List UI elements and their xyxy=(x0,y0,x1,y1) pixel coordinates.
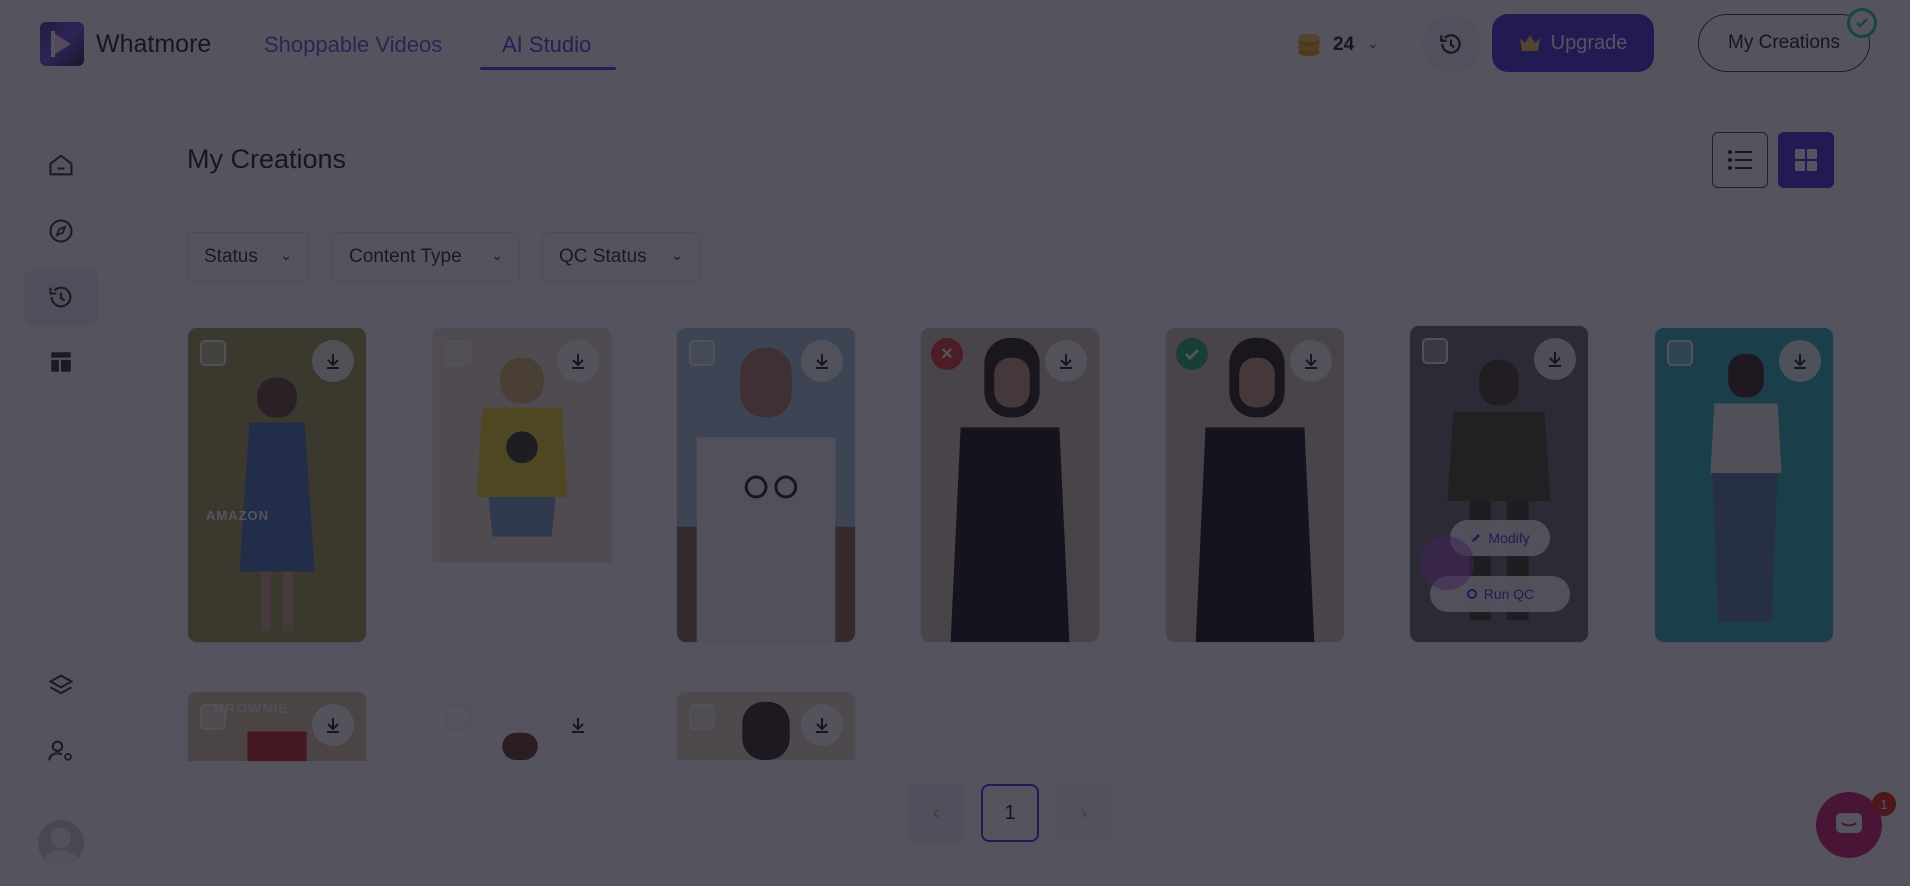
sidebar-item-layers[interactable] xyxy=(24,657,98,713)
download-icon xyxy=(1305,354,1317,369)
grid-icon xyxy=(1795,149,1817,171)
card-checkbox[interactable] xyxy=(200,704,226,730)
coins-dropdown[interactable]: 24 ⌄ xyxy=(1282,16,1390,72)
gear-icon xyxy=(1466,589,1477,599)
content-type-filter-label: Content Type xyxy=(349,246,462,267)
nav-ai-studio[interactable]: AI Studio xyxy=(502,32,591,58)
sidebar-item-account-settings[interactable] xyxy=(24,723,98,779)
sidebar-item-explore[interactable] xyxy=(24,203,98,259)
download-button[interactable] xyxy=(312,340,354,382)
layers-icon xyxy=(48,674,74,695)
creation-card[interactable]: BROWNIE xyxy=(187,691,367,761)
chat-unread-badge: 1 xyxy=(1872,792,1896,816)
download-button[interactable] xyxy=(557,704,599,746)
qc-approved-icon xyxy=(1176,338,1208,370)
edit-icon xyxy=(1472,534,1481,542)
user-settings-icon xyxy=(48,740,72,761)
chevron-down-icon: ⌄ xyxy=(280,247,292,263)
download-icon xyxy=(1060,354,1072,369)
creation-card[interactable] xyxy=(676,691,856,761)
my-creations-button[interactable]: My Creations xyxy=(1698,14,1870,72)
image-overlay-text: AMAZON xyxy=(206,508,270,523)
creation-card[interactable] xyxy=(432,327,612,643)
page-title: My Creations xyxy=(187,144,347,174)
sidebar-item-templates[interactable] xyxy=(24,334,98,390)
sidebar-item-home[interactable] xyxy=(24,137,98,193)
card-checkbox[interactable] xyxy=(689,704,715,730)
qc-rejected-icon: × xyxy=(931,338,963,370)
download-button[interactable] xyxy=(312,704,354,746)
coins-icon xyxy=(1298,34,1320,56)
chevron-down-icon: ⌄ xyxy=(671,247,683,263)
history-icon xyxy=(1440,34,1461,54)
card-checkbox[interactable] xyxy=(445,704,471,730)
qc-status-filter-label: QC Status xyxy=(559,246,647,267)
sidebar xyxy=(0,89,120,886)
creation-card-hovered[interactable]: Modify Run QC xyxy=(1409,325,1589,643)
pagination-next-button[interactable]: › xyxy=(1055,784,1113,842)
creation-card[interactable] xyxy=(676,327,856,643)
compass-icon xyxy=(49,219,73,243)
pagination-prev-button[interactable]: ‹ xyxy=(907,784,965,842)
card-checkbox[interactable] xyxy=(1667,340,1693,366)
creation-card[interactable]: AMAZON xyxy=(187,327,367,643)
layout-icon xyxy=(51,352,71,372)
download-button[interactable] xyxy=(1290,340,1332,382)
coin-count: 24 xyxy=(1333,34,1355,55)
content-type-filter[interactable]: Content Type ⌄ xyxy=(332,232,520,282)
chat-icon xyxy=(1836,813,1862,833)
download-button[interactable] xyxy=(1534,338,1576,380)
download-icon xyxy=(816,354,828,369)
download-icon xyxy=(327,354,339,369)
creation-card[interactable] xyxy=(1165,327,1345,643)
history-button[interactable] xyxy=(1422,16,1480,72)
top-header: Whatmore Shoppable Videos AI Studio 24 ⌄… xyxy=(0,0,1910,89)
download-icon xyxy=(1794,354,1806,369)
upgrade-button[interactable]: Upgrade xyxy=(1492,14,1654,72)
pagination-page-1[interactable]: 1 xyxy=(981,784,1039,842)
nav-shoppable-videos[interactable]: Shoppable Videos xyxy=(264,32,442,58)
creation-card[interactable] xyxy=(1654,327,1834,643)
chevron-down-icon: ⌄ xyxy=(491,247,503,263)
sidebar-item-history[interactable] xyxy=(24,269,98,325)
download-button[interactable] xyxy=(1045,340,1087,382)
card-checkbox[interactable] xyxy=(200,340,226,366)
run-qc-label: Run QC xyxy=(1483,586,1535,602)
upgrade-label: Upgrade xyxy=(1550,31,1628,54)
modify-label: Modify xyxy=(1488,530,1530,546)
download-button[interactable] xyxy=(557,340,599,382)
status-filter[interactable]: Status ⌄ xyxy=(187,232,309,282)
creation-card[interactable]: × xyxy=(920,327,1100,643)
brand-name: Whatmore xyxy=(96,30,212,58)
history-icon xyxy=(49,286,72,308)
download-icon xyxy=(572,354,584,369)
user-avatar[interactable] xyxy=(38,820,84,866)
crown-icon xyxy=(1519,35,1540,51)
list-icon xyxy=(1728,150,1752,170)
download-button[interactable] xyxy=(801,704,843,746)
nav-active-underline xyxy=(480,67,616,70)
creation-card[interactable] xyxy=(432,691,612,761)
check-badge-icon xyxy=(1847,8,1877,38)
download-icon xyxy=(816,718,828,733)
download-button[interactable] xyxy=(801,340,843,382)
download-icon xyxy=(1549,352,1561,367)
card-checkbox[interactable] xyxy=(689,340,715,366)
card-checkbox[interactable] xyxy=(1422,338,1448,364)
card-checkbox[interactable] xyxy=(445,340,471,366)
home-icon xyxy=(49,154,73,176)
chevron-down-icon: ⌄ xyxy=(1367,35,1379,51)
pointer-highlight xyxy=(1420,536,1474,590)
download-icon xyxy=(327,718,339,733)
whatmore-logo[interactable] xyxy=(40,22,84,66)
status-filter-label: Status xyxy=(204,246,258,267)
download-icon xyxy=(572,718,584,733)
list-view-button[interactable] xyxy=(1712,132,1768,188)
grid-view-button[interactable] xyxy=(1778,132,1834,188)
download-button[interactable] xyxy=(1779,340,1821,382)
qc-status-filter[interactable]: QC Status ⌄ xyxy=(542,232,700,282)
